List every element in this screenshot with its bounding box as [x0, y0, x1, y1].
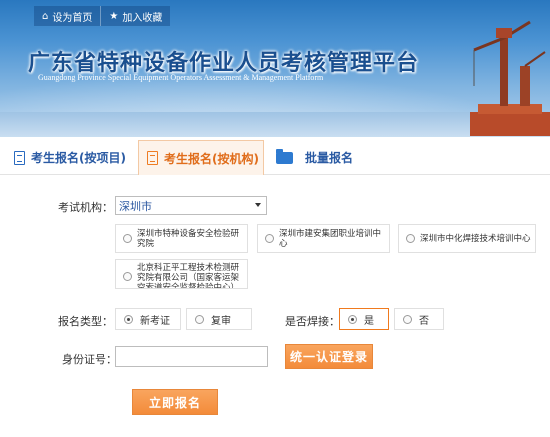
- id-number-input[interactable]: [115, 346, 268, 367]
- reg-type-label: 报名类型：: [58, 315, 113, 328]
- tab-label: 考生报名(按项目): [31, 151, 126, 165]
- header-banner: ⌂ 设为首页 ★ 加入收藏 广东省特种设备作业人员考核管理平台 Guangdon…: [0, 0, 550, 137]
- reg-type-new-label: 新考证: [140, 315, 170, 327]
- institution-option-label: 深圳市特种设备安全检验研究院: [137, 228, 240, 249]
- set-homepage-label: 设为首页: [52, 12, 93, 24]
- radio-button[interactable]: [348, 314, 357, 324]
- reg-type-new[interactable]: 新考证: [115, 308, 181, 330]
- top-links: ⌂ 设为首页 ★ 加入收藏: [34, 6, 171, 26]
- unified-login-button[interactable]: 统一认证登录: [285, 344, 373, 369]
- reg-type-review[interactable]: 复审: [186, 308, 252, 330]
- crane-illustration: [470, 20, 550, 136]
- registration-tabs: 考生报名(按项目) 考生报名(按机构) 批量报名: [0, 140, 550, 175]
- tab-register-by-project[interactable]: 考生报名(按项目): [14, 140, 126, 175]
- site-subtitle: Guangdong Province Special Equipment Ope…: [38, 73, 324, 82]
- home-icon: ⌂: [42, 10, 49, 22]
- welding-no[interactable]: 否: [394, 308, 444, 330]
- radio-button[interactable]: [195, 314, 204, 324]
- tab-label: 批量报名: [305, 151, 354, 165]
- tab-register-by-institution[interactable]: 考生报名(按机构): [138, 140, 264, 175]
- institution-option-label: 深圳市建安集团职业培训中心: [279, 228, 382, 249]
- institution-option[interactable]: 深圳市建安集团职业培训中心: [257, 224, 390, 253]
- radio-button[interactable]: [265, 234, 274, 243]
- reg-type-review-label: 复审: [211, 315, 231, 327]
- banner-sea: [0, 112, 550, 137]
- welding-yes-label: 是: [364, 315, 374, 327]
- institution-select-value: 深圳市: [119, 199, 152, 213]
- radio-button[interactable]: [123, 234, 132, 243]
- institution-label: 考试机构：: [58, 201, 113, 214]
- document-icon: [14, 150, 25, 165]
- star-icon: ★: [109, 10, 119, 22]
- radio-button[interactable]: [403, 314, 412, 324]
- institution-option-label: 深圳市中化焊接技术培训中心: [420, 233, 531, 244]
- folder-icon: [276, 148, 293, 164]
- institution-option[interactable]: 深圳市特种设备安全检验研究院: [115, 224, 248, 253]
- submit-button[interactable]: 立即报名: [132, 389, 218, 415]
- welding-label: 是否焊接：: [285, 315, 340, 328]
- id-number-label: 身份证号：: [62, 353, 117, 366]
- institution-option[interactable]: 北京科正平工程技术检测研究院有限公司（国家客运架空索道安全监督检验中心）: [115, 259, 248, 289]
- welding-no-label: 否: [419, 315, 429, 327]
- institution-option[interactable]: 深圳市中化焊接技术培训中心: [398, 224, 536, 253]
- document-icon: [147, 151, 158, 165]
- add-favorite-link[interactable]: ★ 加入收藏: [100, 6, 171, 26]
- tab-batch-register[interactable]: 批量报名: [276, 140, 353, 175]
- radio-button[interactable]: [124, 314, 133, 324]
- institution-option-label: 北京科正平工程技术检测研究院有限公司（国家客运架空索道安全监督检验中心）: [137, 263, 240, 289]
- chevron-down-icon: [255, 203, 261, 207]
- radio-button[interactable]: [406, 234, 415, 243]
- add-favorite-label: 加入收藏: [122, 12, 163, 24]
- tab-label: 考生报名(按机构): [164, 151, 259, 166]
- set-homepage-link[interactable]: ⌂ 设为首页: [34, 6, 101, 26]
- welding-yes[interactable]: 是: [339, 308, 389, 330]
- institution-select[interactable]: 深圳市: [115, 196, 267, 215]
- radio-button[interactable]: [123, 272, 132, 281]
